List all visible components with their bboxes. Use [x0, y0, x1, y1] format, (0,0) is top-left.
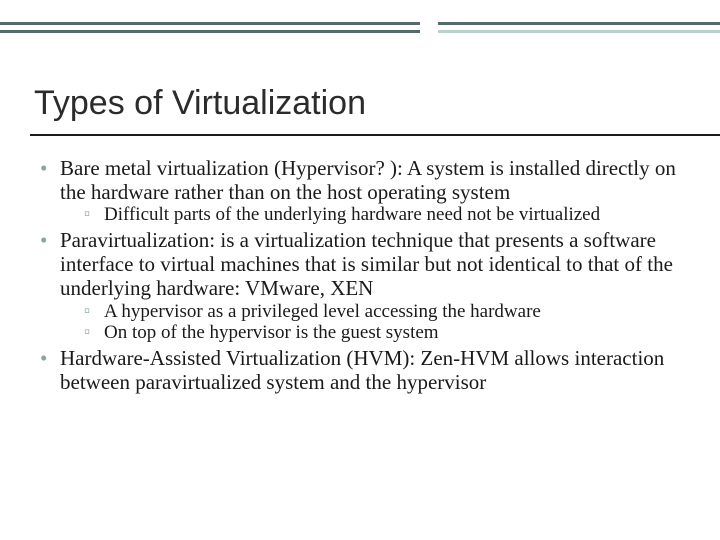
bullet-hvm: Hardware-Assisted Virtualization (HVM): … [40, 346, 680, 394]
header-decoration [0, 22, 720, 38]
bullet-text: Paravirtualization: is a virtualization … [60, 228, 673, 300]
bullet-bare-metal: Bare metal virtualization (Hypervisor? )… [40, 156, 680, 226]
bullet-text: Hardware-Assisted Virtualization (HVM): … [60, 346, 664, 394]
decor-bar-1 [0, 22, 720, 25]
slide-title: Types of Virtualization [34, 84, 366, 123]
bullet-text: A hypervisor as a privileged level acces… [104, 301, 541, 322]
decor-bar-2 [0, 30, 720, 33]
bullet-text: On top of the hypervisor is the guest sy… [104, 322, 439, 343]
bullet-text: Difficult parts of the underlying hardwa… [104, 204, 600, 225]
slide-body: Bare metal virtualization (Hypervisor? )… [40, 156, 680, 397]
bullet-paravirtualization: Paravirtualization: is a virtualization … [40, 228, 680, 344]
sub-bullet: Difficult parts of the underlying hardwa… [84, 204, 680, 226]
title-underline [30, 134, 720, 136]
bullet-text: Bare metal virtualization (Hypervisor? )… [60, 156, 676, 204]
slide: Types of Virtualization Bare metal virtu… [0, 0, 720, 540]
sub-bullet: On top of the hypervisor is the guest sy… [84, 322, 680, 344]
sub-bullet: A hypervisor as a privileged level acces… [84, 301, 680, 323]
